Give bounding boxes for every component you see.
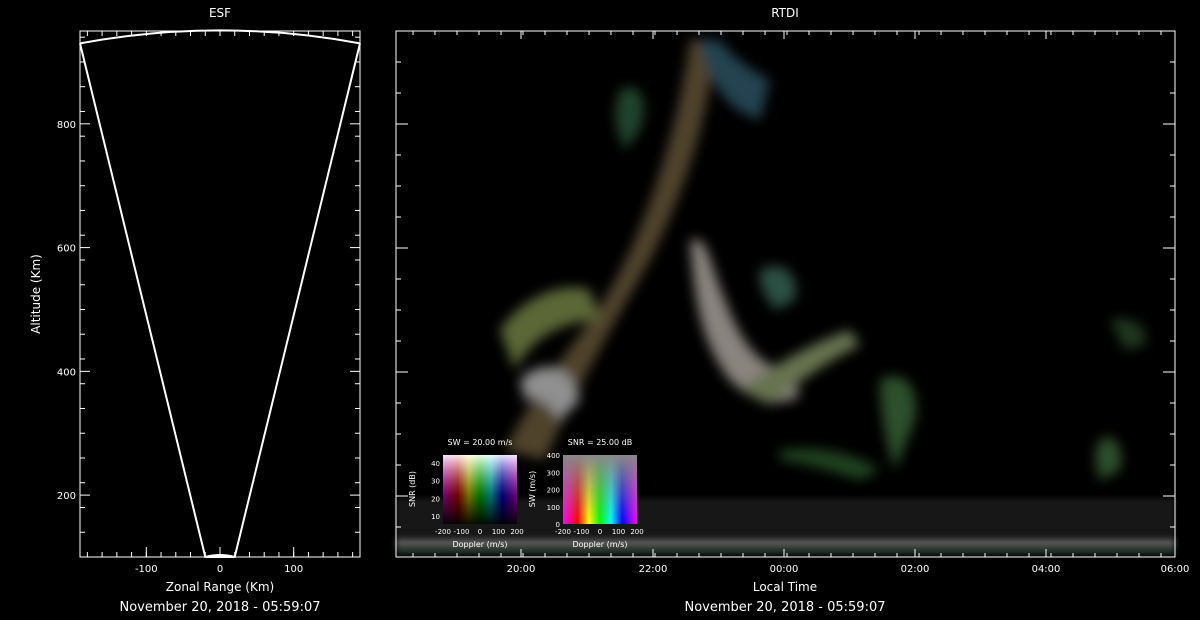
esf-y-tick-label: 800 bbox=[57, 120, 76, 131]
rtdi-title: RTDI bbox=[771, 6, 799, 20]
sw-legend-y-label: SNR (dB) bbox=[408, 471, 417, 507]
rtdi-x-tick-label: 06:00 bbox=[1161, 564, 1190, 575]
esf-y-ticks: 200 400 600 800 bbox=[57, 120, 360, 502]
rtdi-x-tick-label: 22:00 bbox=[639, 564, 668, 575]
esf-title: ESF bbox=[209, 6, 231, 20]
esf-y-axis-label: Altitude (Km) bbox=[29, 254, 43, 334]
snr-legend-x-ticks: -200 -100 0 100 200 bbox=[555, 528, 644, 536]
legend-x-tick-label: -100 bbox=[454, 528, 470, 536]
snr-legend-y-label: SW (m/s) bbox=[528, 471, 537, 507]
legend-x-tick-label: -200 bbox=[555, 528, 571, 536]
rtdi-x-tick-label: 00:00 bbox=[770, 564, 799, 575]
legend-x-tick-label: 200 bbox=[630, 528, 643, 536]
rtdi-x-axis-label: Local Time bbox=[753, 580, 817, 594]
legend-y-tick-label: 40 bbox=[431, 460, 440, 468]
sw-legend-x-label: Doppler (m/s) bbox=[452, 540, 507, 549]
esf-plot-frame bbox=[79, 30, 361, 558]
esf-x-tick-label: 100 bbox=[284, 564, 303, 575]
chart-canvas: ESF -100 0 100 200400600800 Zonal Range (K… bbox=[29, 6, 1190, 615]
legend-x-tick-label: 100 bbox=[612, 528, 625, 536]
legend-y-tick-label: 20 bbox=[431, 495, 440, 503]
snr-legend-title: SNR = 25.00 dB bbox=[568, 438, 632, 447]
sw-legend-title: SW = 20.00 m/s bbox=[448, 438, 513, 447]
rtdi-panel: RTDI 20:00 22:00 00:00 02:00 04:00 06:00… bbox=[395, 6, 1190, 615]
esf-x-axis-label: Zonal Range (Km) bbox=[166, 580, 274, 594]
legend-x-tick-label: -100 bbox=[574, 528, 590, 536]
esf-x-tick-label: -100 bbox=[135, 564, 158, 575]
esf-y-tick-label: 200 bbox=[57, 491, 76, 502]
esf-y-tick-label: 600 bbox=[57, 244, 76, 255]
rtdi-timestamp: November 20, 2018 - 05:59:07 bbox=[685, 600, 886, 615]
legend-x-tick-label: 200 bbox=[510, 528, 523, 536]
legend-y-tick-label: 30 bbox=[431, 478, 440, 486]
snr-legend-x-label: Doppler (m/s) bbox=[572, 540, 627, 549]
sw-legend-x-ticks: -200 -100 0 100 200 bbox=[435, 528, 524, 536]
legend-x-tick-label: 0 bbox=[478, 528, 482, 536]
rtdi-x-tick-label: 04:00 bbox=[1032, 564, 1061, 575]
esf-y-tick-label: 400 bbox=[57, 367, 76, 378]
legend-y-tick-label: 300 bbox=[547, 469, 560, 477]
esf-x-ticks: -100 0 100 bbox=[135, 547, 303, 575]
rtdi-x-tick-label: 20:00 bbox=[507, 564, 536, 575]
esf-panel: ESF -100 0 100 200 400 600 800 Zonal Range (K… bbox=[29, 6, 361, 615]
esf-coverage-wedge bbox=[79, 43, 361, 558]
legend-x-tick-label: 100 bbox=[492, 528, 505, 536]
esf-minor-ticks bbox=[80, 31, 360, 558]
legend-x-tick-label: -200 bbox=[435, 528, 451, 536]
rtdi-x-tick-label: 02:00 bbox=[901, 564, 930, 575]
legend-y-tick-label: 10 bbox=[431, 513, 440, 521]
legend-y-tick-label: 100 bbox=[547, 504, 560, 512]
legend-y-tick-label: 400 bbox=[547, 452, 560, 460]
esf-timestamp: November 20, 2018 - 05:59:07 bbox=[120, 600, 321, 615]
esf-x-tick-label: 0 bbox=[217, 564, 223, 575]
legend-y-tick-label: 200 bbox=[547, 487, 560, 495]
legend-x-tick-label: 0 bbox=[598, 528, 602, 536]
